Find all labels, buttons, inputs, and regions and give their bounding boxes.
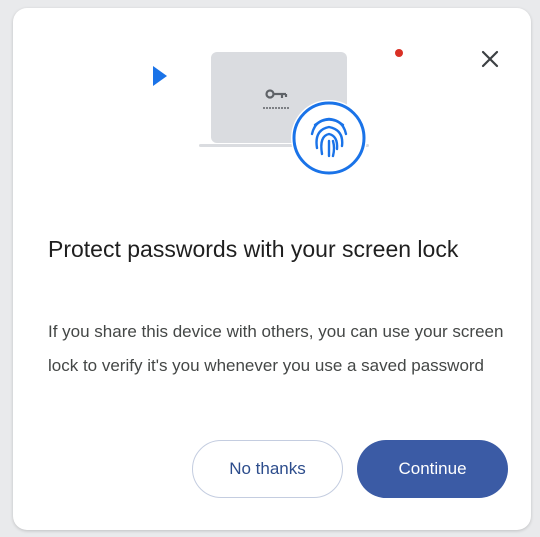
close-button[interactable] (475, 44, 505, 74)
play-triangle-icon (153, 66, 167, 86)
laptop-fingerprint-illustration (153, 49, 403, 176)
screen-lock-dialog: Protect passwords with your screen lock … (13, 8, 531, 530)
no-thanks-button[interactable]: No thanks (192, 440, 343, 498)
close-icon (481, 50, 499, 68)
notification-dot (395, 49, 403, 57)
password-dots (263, 107, 289, 109)
dialog-description: If you share this device with others, yo… (48, 322, 504, 375)
fingerprint-icon (291, 100, 367, 176)
continue-button[interactable]: Continue (357, 440, 508, 498)
dialog-title: Protect passwords with your screen lock (48, 236, 459, 262)
